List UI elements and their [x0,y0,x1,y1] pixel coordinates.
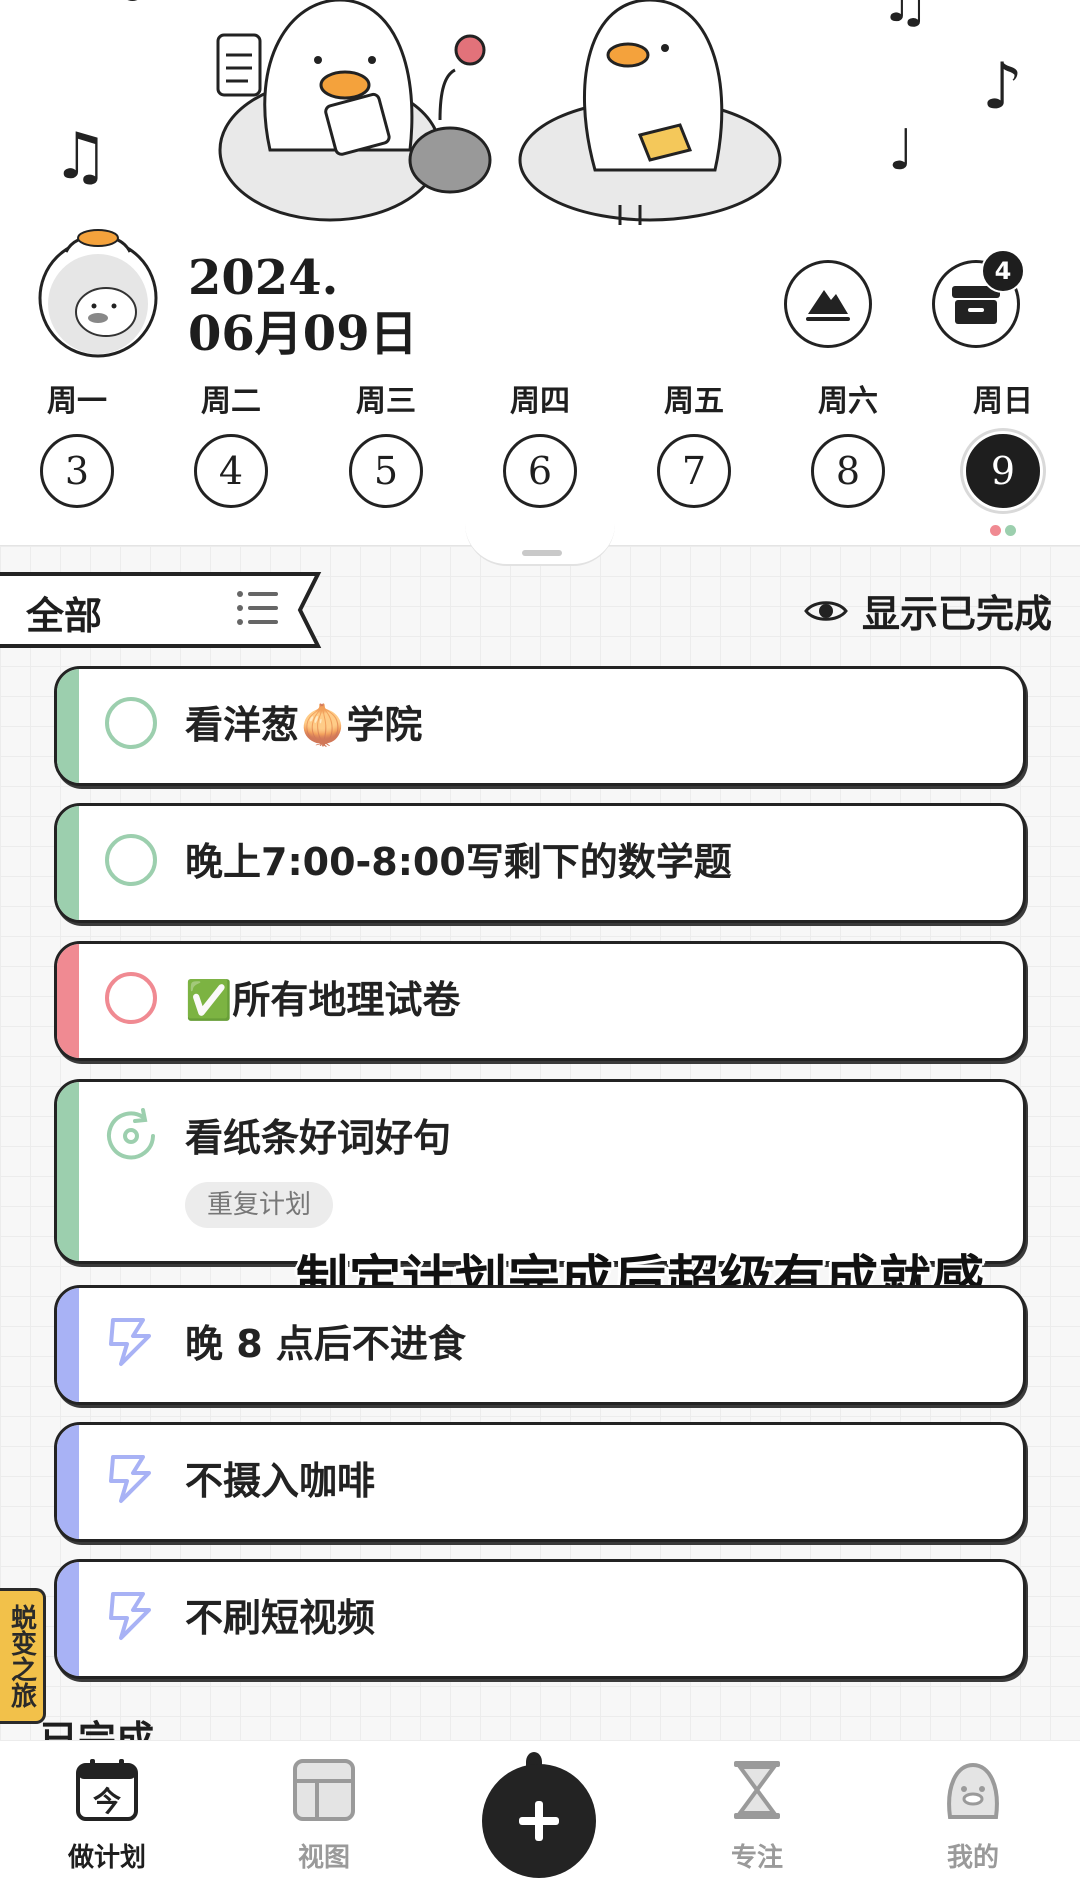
layout-icon [293,1759,355,1821]
dot-red [990,525,1001,536]
eye-icon [804,600,848,621]
task-card[interactable]: ✅所有地理试卷 [54,941,1026,1061]
day-monday[interactable]: 周一 3 [27,382,127,508]
task-card[interactable]: 看洋葱🧅学院 [54,666,1026,786]
day-thursday[interactable]: 周四 6 [490,382,590,508]
task-card[interactable]: 看纸条好词好句 重复计划 [54,1079,1026,1264]
nav-label: 视图 [297,1843,350,1873]
music-note-icon: ♪ [982,50,1023,124]
show-completed-label: 显示已完成 [861,591,1052,636]
transformation-journey-tab[interactable]: 蜕变之旅 [0,1588,46,1724]
task-color-bar [57,1562,79,1676]
checkbox-circle-icon[interactable] [103,695,159,751]
add-task-button[interactable] [482,1764,596,1878]
current-date: 2024. 06月09日 [188,250,418,362]
nav-plan[interactable]: 今 做计划 [42,1741,172,1873]
task-color-bar [57,1425,79,1539]
task-color-bar [57,669,79,783]
music-note-icon: ♫ [880,0,931,35]
task-card[interactable]: 不摄入咖啡 [54,1422,1026,1542]
filter-label[interactable]: 全部 [26,585,102,640]
circle-doodle-icon: ○ [115,0,150,6]
show-completed-toggle[interactable]: 显示已完成 [804,583,1052,638]
day-number: 7 [657,434,731,508]
task-color-bar [57,1082,79,1261]
day-label: 周五 [664,384,724,419]
day-label: 周四 [510,384,570,419]
task-card[interactable]: 晚上7:00-8:00写剩下的数学题 [54,803,1026,923]
task-title: 晚 8 点后不进食 [185,1322,466,1366]
nav-label: 专注 [730,1843,783,1873]
day-sunday[interactable]: 周日 9 [953,382,1053,508]
mountain-icon [806,290,850,321]
task-card[interactable]: 不刷短视频 [54,1559,1026,1679]
lightning-icon[interactable] [103,1451,159,1507]
nav-label: 我的 [946,1843,999,1873]
lightning-icon[interactable] [103,1314,159,1370]
day-tuesday[interactable]: 周二 4 [181,382,281,508]
day-number: 5 [349,434,423,508]
task-card[interactable]: 晚 8 点后不进食 [54,1285,1026,1405]
date-year: 2024. [188,250,339,306]
day-label: 周日 [973,384,1033,419]
day-task-dots [990,525,1016,536]
task-title: 看洋葱🧅学院 [185,703,423,747]
plus-icon [519,1801,559,1841]
header-illustration: ♫ ♪ ♩ ♫ ○ [0,0,1080,240]
day-label: 周一 [47,384,107,419]
duck-avatar-icon [38,229,158,358]
task-title: 不摄入咖啡 [185,1459,376,1503]
completed-section-header[interactable]: 已完成 [40,1716,154,1740]
day-label: 周二 [201,384,261,419]
task-color-bar [57,1288,79,1402]
checkbox-circle-icon[interactable] [103,970,159,1026]
task-color-bar [57,944,79,1058]
task-title: ✅所有地理试卷 [185,978,461,1022]
calendar-today-glyph: 今 [93,1785,121,1818]
lightning-icon[interactable] [103,1588,159,1644]
day-number: 4 [194,434,268,508]
day-number: 8 [811,434,885,508]
inbox-count-badge: 4 [981,249,1025,293]
music-note-icon: ♫ [52,120,110,194]
mountain-button[interactable] [784,260,872,348]
task-color-bar [57,806,79,920]
duck-profile-icon [947,1762,999,1819]
week-strip: 周一 3 周二 4 周三 5 周四 6 周五 7 周六 8 周日 9 [0,382,1080,532]
avatar[interactable] [36,222,160,360]
inbox-button[interactable]: 4 [932,249,1025,348]
ducks-illustration [216,0,782,225]
task-title: 不刷短视频 [185,1596,376,1640]
nav-view[interactable]: 视图 [259,1741,389,1873]
nav-me[interactable]: 我的 [908,1741,1038,1873]
day-saturday[interactable]: 周六 8 [798,382,898,508]
day-label: 周三 [356,384,416,419]
nav-label: 做计划 [67,1843,146,1873]
nav-focus[interactable]: 专注 [692,1741,822,1873]
checkbox-circle-icon[interactable] [103,832,159,888]
music-note-icon: ♩ [888,118,915,183]
day-number-selected: 9 [966,434,1040,508]
day-wednesday[interactable]: 周三 5 [336,382,436,508]
date-day: 06月09日 [188,306,418,362]
repeat-plan-tag: 重复计划 [185,1182,334,1228]
day-label: 周六 [818,384,878,419]
task-title: 看纸条好词好句 [185,1116,452,1160]
dot-green [1005,525,1016,536]
calendar-icon: 今 [76,1759,138,1821]
drag-handle-area[interactable] [465,524,615,566]
task-title: 晚上7:00-8:00写剩下的数学题 [185,840,732,884]
drag-handle[interactable] [522,550,562,556]
day-number: 3 [40,434,114,508]
list-filter-icon[interactable] [236,588,280,628]
day-number: 6 [503,434,577,508]
day-friday[interactable]: 周五 7 [644,382,744,508]
hourglass-icon [734,1761,780,1819]
repeat-icon[interactable] [103,1108,159,1164]
